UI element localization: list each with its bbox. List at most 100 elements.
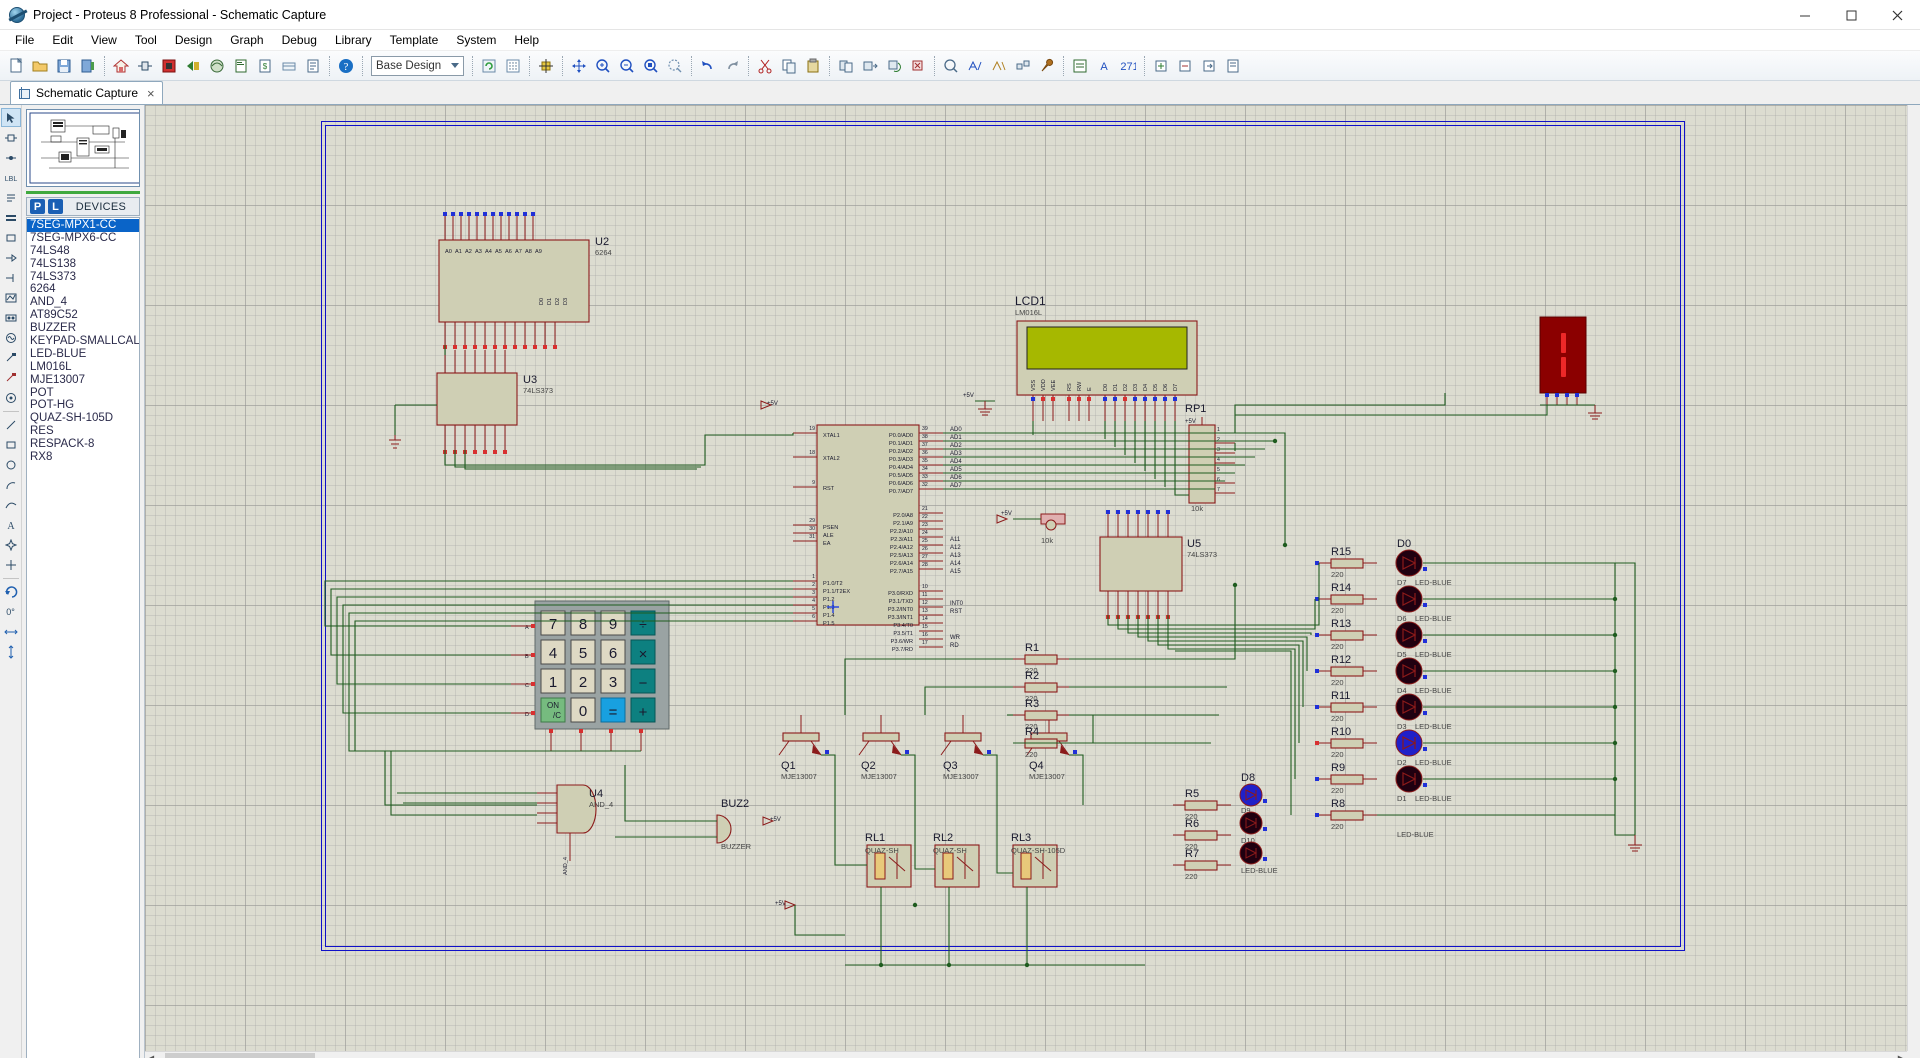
scroll-left-arrow[interactable]: ◀ xyxy=(145,1052,158,1058)
pick-devices-badge[interactable]: P xyxy=(30,199,45,214)
zoom-area-icon[interactable] xyxy=(664,54,686,78)
simulation-graph-icon[interactable] xyxy=(206,54,228,78)
help-icon[interactable]: ? xyxy=(335,54,357,78)
component-u1-mcu[interactable]: XTAL1 XTAL2 RST PSEN ALE EA P1.0/T2 P1.1/T2EX… xyxy=(793,424,943,653)
component-u5[interactable]: U5 74LS373 xyxy=(1099,510,1217,619)
sheet-properties-icon[interactable] xyxy=(1222,54,1244,78)
save-exit-icon[interactable] xyxy=(77,54,99,78)
schematic-icon[interactable] xyxy=(134,54,156,78)
3d-view-icon[interactable] xyxy=(182,54,204,78)
pick-device-icon[interactable] xyxy=(940,54,962,78)
remove-sheet-icon[interactable] xyxy=(1174,54,1196,78)
make-device-icon[interactable] xyxy=(964,54,986,78)
open-folder-icon[interactable] xyxy=(29,54,51,78)
new-sheet-icon[interactable] xyxy=(1150,54,1172,78)
component-u2[interactable]: U2 6264 A0 A1 A2 A3 A4 A5 A6 A7 A8 A9 D0… xyxy=(438,212,612,349)
resistors-lower[interactable]: R5 220 R6 220 R7 220 xyxy=(1173,788,1231,881)
paste-icon[interactable] xyxy=(802,54,824,78)
junction-dot-mode-button[interactable] xyxy=(1,148,21,167)
library-badge[interactable]: L xyxy=(48,199,63,214)
2d-box-mode-button[interactable] xyxy=(1,435,21,454)
maximize-button[interactable] xyxy=(1828,0,1874,30)
save-icon[interactable] xyxy=(53,54,75,78)
component-buz2[interactable]: BUZ2 BUZZER xyxy=(693,798,752,851)
list-item[interactable]: 74LS138 xyxy=(27,258,139,271)
schematic-canvas[interactable]: .wire { stroke:#1f5c1f; stroke-width:1.1… xyxy=(145,105,1907,1051)
list-item[interactable]: RES xyxy=(27,425,139,438)
component-rv1-pot[interactable]: 10k +5V xyxy=(996,511,1066,545)
list-item[interactable]: POT xyxy=(27,387,139,400)
list-item[interactable]: 74LS48 xyxy=(27,245,139,258)
list-item[interactable]: LED-BLUE xyxy=(27,348,139,361)
origin-icon[interactable] xyxy=(535,54,557,78)
menu-system[interactable]: System xyxy=(447,31,505,49)
overview-thumbnail[interactable] xyxy=(26,109,140,187)
menu-help[interactable]: Help xyxy=(505,31,548,49)
device-pins-mode-button[interactable] xyxy=(1,268,21,287)
tape-recorder-mode-button[interactable] xyxy=(1,308,21,327)
menu-library[interactable]: Library xyxy=(326,31,381,49)
selection-mode-button[interactable] xyxy=(0,108,21,127)
2d-line-mode-button[interactable] xyxy=(1,415,21,434)
2d-marker-mode-button[interactable] xyxy=(1,555,21,574)
list-item[interactable]: 7SEG-MPX1-CC xyxy=(27,219,139,232)
list-item[interactable]: KEYPAD-SMALLCALC xyxy=(27,335,139,348)
block-rotate-icon[interactable] xyxy=(883,54,905,78)
decompose-icon[interactable] xyxy=(1012,54,1034,78)
refresh-icon[interactable] xyxy=(478,54,500,78)
bill-of-materials-icon[interactable]: $ xyxy=(254,54,276,78)
cut-icon[interactable] xyxy=(754,54,776,78)
list-item[interactable]: QUAZ-SH-105D xyxy=(27,412,139,425)
2d-circle-mode-button[interactable] xyxy=(1,455,21,474)
pcb-icon[interactable] xyxy=(158,54,180,78)
devices-list[interactable]: 7SEG-MPX1-CC 7SEG-MPX6-CC 74LS48 74LS138… xyxy=(26,217,140,1058)
wrench-icon[interactable] xyxy=(1036,54,1058,78)
list-item[interactable]: AT89C52 xyxy=(27,309,139,322)
scroll-right-arrow[interactable]: ▶ xyxy=(1894,1052,1907,1058)
menu-view[interactable]: View xyxy=(82,31,126,49)
buses-mode-button[interactable] xyxy=(1,208,21,227)
zoom-fit-icon[interactable] xyxy=(640,54,662,78)
zoom-out-icon[interactable] xyxy=(616,54,638,78)
list-item[interactable]: RESPACK-8 xyxy=(27,438,139,451)
exit-sheet-icon[interactable] xyxy=(1198,54,1220,78)
menu-tool[interactable]: Tool xyxy=(126,31,166,49)
menu-debug[interactable]: Debug xyxy=(273,31,326,49)
list-item[interactable]: POT-HG xyxy=(27,399,139,412)
block-delete-icon[interactable] xyxy=(907,54,929,78)
list-item[interactable]: 7SEG-MPX6-CC xyxy=(27,232,139,245)
list-item[interactable]: 6264 xyxy=(27,283,139,296)
close-button[interactable] xyxy=(1874,0,1920,30)
menu-file[interactable]: File xyxy=(6,31,43,49)
pan-icon[interactable] xyxy=(568,54,590,78)
list-item[interactable]: RX8 xyxy=(27,451,139,464)
component-7seg-display[interactable] xyxy=(1539,316,1602,420)
rotation-angle-field[interactable]: 0° xyxy=(1,602,21,621)
tab-schematic-capture[interactable]: Schematic Capture × xyxy=(10,81,163,104)
virtual-instrument-mode-button[interactable] xyxy=(1,388,21,407)
voltage-probe-mode-button[interactable] xyxy=(1,348,21,367)
design-select[interactable]: Base Design xyxy=(371,55,464,76)
2d-arc-mode-button[interactable] xyxy=(1,475,21,494)
leds-lower[interactable]: D8D9 D10 LED-BLUE xyxy=(1239,772,1278,875)
relays-group[interactable]: RL1 QUAZ-SH RL2 QUAZ-SH RL3 QUAZ-SH-105D xyxy=(865,832,1066,888)
minimize-button[interactable] xyxy=(1782,0,1828,30)
generate-netlist-icon[interactable]: \u2713 xyxy=(1117,54,1139,78)
copy-icon[interactable] xyxy=(778,54,800,78)
mirror-horizontal-button[interactable] xyxy=(1,622,21,641)
list-item[interactable]: BUZZER xyxy=(27,322,139,335)
2d-symbol-mode-button[interactable] xyxy=(1,535,21,554)
block-move-icon[interactable] xyxy=(859,54,881,78)
list-item[interactable]: MJE13007 xyxy=(27,374,139,387)
block-copy-icon[interactable] xyxy=(835,54,857,78)
component-rp1[interactable]: RP1 10k +5V 1 2 3 4 5 6 7 xyxy=(1185,403,1235,513)
terminals-mode-button[interactable] xyxy=(1,248,21,267)
list-item[interactable]: AND_4 xyxy=(27,296,139,309)
text-script-mode-button[interactable] xyxy=(1,188,21,207)
component-keypad[interactable]: AB CD 7 8 9 ÷ 4 5 6 × 1 2 3 − ON /C 0 = … xyxy=(511,600,670,751)
graph-mode-button[interactable] xyxy=(1,288,21,307)
rotate-clockwise-button[interactable] xyxy=(1,582,21,601)
resistors-leds-right[interactable]: R15220 D0D7 LED-BLUE R14220 D6 LED-BLUE … xyxy=(1315,538,1452,839)
component-mode-button[interactable] xyxy=(1,128,21,147)
component-lcd1[interactable]: LCD1 LM016L VSS VDD VEE RS RW E D0 D1 D2 xyxy=(1015,294,1198,421)
